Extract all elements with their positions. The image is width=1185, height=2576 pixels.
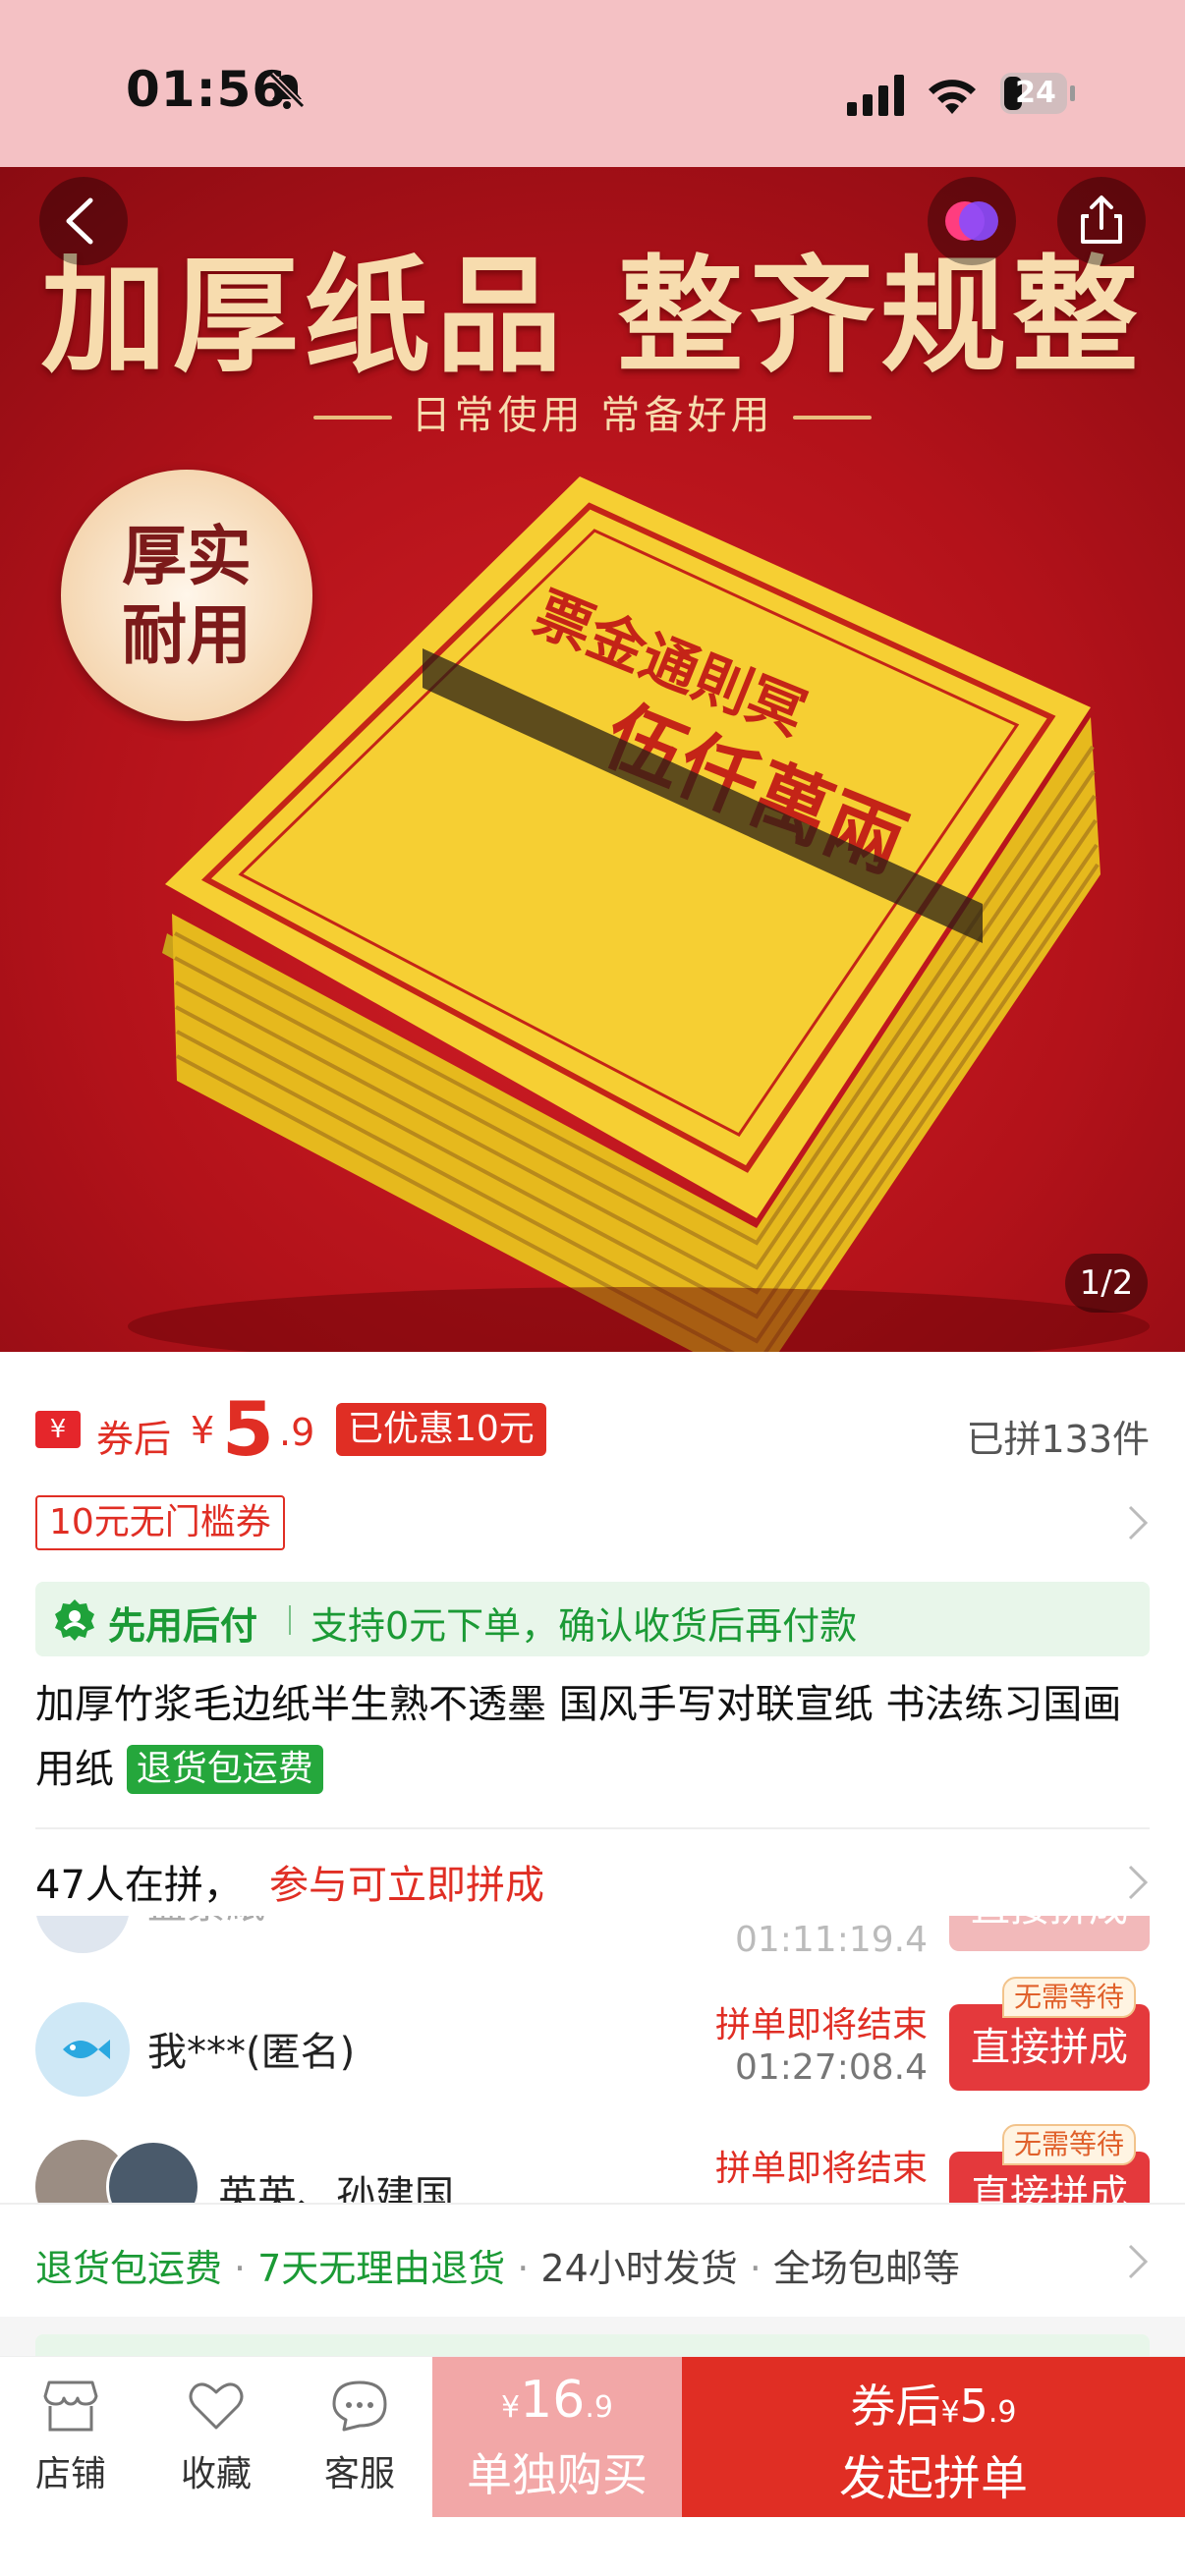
group-ending: 拼单即将结束: [714, 2149, 928, 2189]
ornament-right: [793, 416, 873, 420]
chevron-left-icon: [66, 197, 93, 245]
next-section-peek: [0, 2317, 1185, 2356]
bnpl-separator: [289, 1605, 291, 1635]
discount-badge: 已优惠10元: [336, 1403, 546, 1456]
store-icon: [43, 2380, 98, 2432]
join-group-button[interactable]: 直接拼成: [949, 1916, 1150, 1951]
bell-muted-icon: [268, 72, 306, 109]
group-buy-list[interactable]: 盖紊紙 01:11:19.4 直接拼成 我***(匿名) 拼单即将结束 01:2…: [0, 1916, 1185, 2203]
chevron-right-icon: [1128, 1865, 1149, 1900]
product-image-carousel[interactable]: 票金通則冥 伍仟萬兩 加厚纸品 整齐规整 日常使用 常备好用 厚实耐用 1/2: [0, 167, 1185, 1352]
customer-service-button[interactable]: 客服: [301, 2379, 419, 2496]
group-ending: 拼单即将结束: [714, 2005, 928, 2045]
group-count: 47人在拼，: [35, 1863, 243, 1908]
status-bar: 01:56 24: [0, 0, 1185, 167]
group-buy-header[interactable]: 47人在拼， 参与可立即拼成: [35, 1853, 1150, 1912]
wifi-icon: [929, 80, 976, 114]
video-icon: [945, 201, 998, 241]
home-indicator-area: [0, 2517, 1185, 2576]
badge-check-icon: [55, 1599, 94, 1641]
group-user-name: 盖紊紙: [147, 1916, 265, 1930]
next-banner-peek: [35, 2334, 1150, 2356]
fish-icon: [63, 2040, 110, 2059]
coupon-tag[interactable]: 10元无门槛券: [35, 1495, 285, 1550]
buy-now-pay-later-banner[interactable]: 先用后付 支持0元下单，确认收货后再付款: [35, 1582, 1150, 1656]
separator-dot: ·: [517, 2247, 530, 2290]
chat-icon: [332, 2380, 387, 2432]
store-label: 店铺: [34, 2454, 106, 2494]
separator-dot: ·: [234, 2247, 247, 2290]
single-yen: ¥: [501, 2390, 521, 2425]
ornament-left: [312, 416, 392, 420]
no-wait-tag: 无需等待: [1002, 2124, 1137, 2165]
buy-single-button[interactable]: ¥16.9 单独购买: [432, 2357, 682, 2518]
service-item: 7天无理由退货: [257, 2247, 506, 2290]
service-guarantees[interactable]: 退货包运费 · 7天无理由退货 · 24小时发货 · 全场包邮等: [0, 2203, 1185, 2317]
carousel-pager: 1/2: [1065, 1254, 1148, 1313]
seal-text: 厚实耐用: [122, 518, 252, 673]
group-price: 券后¥5.9: [682, 2371, 1185, 2436]
service-item: 全场包邮等: [772, 2247, 960, 2290]
single-price-dec: .9: [585, 2390, 613, 2425]
service-item: 退货包运费: [35, 2247, 223, 2290]
start-group-buy-button[interactable]: 券后¥5.9 发起拼单: [682, 2357, 1185, 2518]
single-price: ¥16.9: [432, 2371, 682, 2430]
group-row: 英英、孙建国 拼单即将结束 直接拼成 无需等待: [0, 2124, 1185, 2203]
favorite-label: 收藏: [180, 2454, 252, 2494]
separator-dot: ·: [749, 2247, 762, 2290]
hero-subtitle-wrap: 日常使用 常备好用: [0, 383, 1185, 440]
hero-subtitle: 日常使用 常备好用: [411, 393, 774, 438]
service-item: 24小时发货: [540, 2247, 738, 2290]
avatar: [35, 2002, 130, 2097]
service-list: 退货包运费 · 7天无理由退货 · 24小时发货 · 全场包邮等: [35, 2238, 960, 2292]
status-time: 01:56: [126, 61, 288, 118]
group-prefix: 券后: [850, 2380, 941, 2433]
group-price-dec: .9: [988, 2395, 1017, 2430]
no-wait-tag: 无需等待: [1002, 1977, 1137, 2018]
price-decimal: .9: [279, 1411, 315, 1454]
group-yen: ¥: [940, 2395, 960, 2430]
product-title: 加厚竹浆毛边纸半生熟不透墨 国风手写对联宣纸 书法练习国画用纸 退货包运费: [35, 1672, 1156, 1802]
divider: [35, 1827, 1150, 1829]
bnpl-desc: 支持0元下单，确认收货后再付款: [310, 1604, 858, 1648]
group-label: 发起拼单: [838, 2451, 1028, 2506]
video-button[interactable]: [928, 177, 1016, 265]
signal-icon: [847, 75, 904, 116]
group-timer: 01:27:08.4: [734, 2047, 928, 2088]
bottom-action-bar: 店铺 收藏 客服 ¥16.9 单独购买 券后¥5.9 发起拼单: [0, 2356, 1185, 2518]
avatar: [35, 1916, 130, 1953]
share-button[interactable]: [1057, 177, 1146, 265]
coupon-icon: ¥: [35, 1411, 81, 1448]
group-cta: 参与可立即拼成: [269, 1863, 544, 1908]
durability-seal: 厚实耐用: [61, 470, 312, 721]
sold-count: 已拼133件: [966, 1418, 1150, 1461]
single-price-int: 16: [520, 2371, 586, 2430]
group-price-int: 5: [959, 2380, 988, 2433]
single-label: 单独购买: [467, 2448, 648, 2501]
store-button[interactable]: 店铺: [12, 2379, 130, 2496]
price-row: ¥ 券后 ¥ 5 .9 已优惠10元 已拼133件: [35, 1385, 1150, 1474]
customer-service-label: 客服: [323, 2454, 395, 2494]
chevron-right-icon: [1128, 2244, 1149, 2279]
share-icon: [1081, 196, 1122, 244]
price-integer: 5: [222, 1385, 274, 1473]
return-freight-tag: 退货包运费: [126, 1745, 323, 1794]
chevron-right-icon: [1128, 1505, 1149, 1540]
group-row: 盖紊紙 01:11:19.4 直接拼成: [0, 1916, 1185, 1967]
favorite-button[interactable]: 收藏: [157, 2379, 275, 2496]
battery-level: 24: [1015, 76, 1056, 110]
coupon-row[interactable]: 10元无门槛券: [35, 1495, 1150, 1554]
back-button[interactable]: [39, 177, 128, 265]
avatar: [106, 2140, 200, 2203]
group-user-name: 我***(匿名): [147, 2030, 356, 2075]
group-row: 我***(匿名) 拼单即将结束 01:27:08.4 直接拼成 无需等待: [0, 1977, 1185, 2124]
group-timer: 01:11:19.4: [734, 1920, 928, 1960]
bnpl-title: 先用后付: [108, 1604, 258, 1648]
price-yen: ¥: [191, 1409, 215, 1452]
group-user-name: 英英、孙建国: [218, 2173, 454, 2203]
after-coupon-label: 券后: [96, 1418, 172, 1461]
heart-icon: [189, 2382, 244, 2430]
